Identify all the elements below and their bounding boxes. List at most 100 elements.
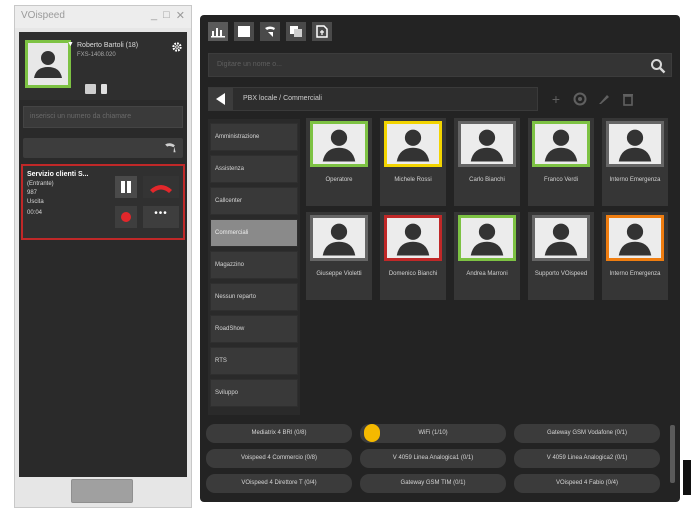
- contact-avatar: [310, 121, 368, 167]
- contact-name: Interno Emergenza: [609, 271, 661, 277]
- contact-avatar: [384, 215, 442, 261]
- app-title: VOispeed: [21, 10, 65, 21]
- group-list: Amministrazione Assistenza Callcenter Comme…: [208, 119, 300, 415]
- trunk-button[interactable]: VOispeed 4 Fabio (0/4): [514, 474, 660, 493]
- group-item-nessun-reparto[interactable]: Nessun reparto: [210, 283, 298, 311]
- user-extension: FXS-1408.020: [77, 52, 116, 58]
- active-call-card[interactable]: Servizio clienti S... (Entrante) 987 Usc…: [21, 164, 185, 240]
- mobile-phone-icon[interactable]: [101, 84, 107, 94]
- group-item-rts[interactable]: RTS: [210, 347, 298, 375]
- contact-name: Supporto VOispeed: [534, 271, 588, 277]
- keypad-icon[interactable]: [85, 84, 96, 94]
- breadcrumb-path: PBX locale / Commerciali: [243, 95, 322, 102]
- group-item-amministrazione[interactable]: Amministrazione: [210, 123, 298, 151]
- back-button[interactable]: [209, 88, 233, 110]
- panel-toolbar: [208, 22, 332, 41]
- call-button-bar[interactable]: [23, 138, 183, 158]
- contact-name: Michele Rossi: [394, 177, 432, 183]
- contact-name: Operatore: [325, 177, 353, 183]
- breadcrumb: PBX locale / Commerciali: [208, 87, 538, 111]
- contact-search-input[interactable]: Digitare un nome o...: [208, 53, 672, 77]
- footer-button[interactable]: [71, 479, 133, 503]
- search-placeholder: Digitare un nome o...: [217, 61, 282, 68]
- trunk-button[interactable]: Gateway GSM TIM (0/1): [360, 474, 506, 493]
- dial-number-input[interactable]: inserisci un numero da chiamare: [23, 106, 183, 128]
- contact-tile[interactable]: Giuseppe Violetti: [306, 212, 372, 300]
- group-item-assistenza[interactable]: Assistenza: [210, 155, 298, 183]
- hangup-button[interactable]: [143, 176, 179, 198]
- person-icon: [618, 129, 652, 162]
- maximize-button[interactable]: □: [163, 9, 170, 22]
- group-item-callcenter[interactable]: Callcenter: [210, 187, 298, 215]
- copy-icon: [290, 26, 302, 37]
- toolbar-transfer-button[interactable]: [260, 22, 280, 41]
- more-options-button[interactable]: •••: [143, 206, 179, 228]
- contact-tile[interactable]: Operatore: [306, 118, 372, 206]
- hangup-icon: [150, 185, 172, 193]
- contact-name: Interno Emergenza: [609, 177, 661, 183]
- settings-gear-icon[interactable]: [171, 41, 183, 53]
- trunk-button[interactable]: VOispeed 4 Direttore T (0/4): [206, 474, 352, 493]
- toolbar-switchboard-button[interactable]: [208, 22, 228, 41]
- softphone-titlebar[interactable]: VOispeed _ □ ✕: [15, 6, 191, 28]
- contact-tile[interactable]: Interno Emergenza: [602, 118, 668, 206]
- group-item-magazzino[interactable]: Magazzino: [210, 251, 298, 279]
- trunk-button[interactable]: Mediatrix 4 BRI (0/8): [206, 424, 352, 443]
- contact-tile[interactable]: Michele Rossi: [380, 118, 446, 206]
- trunk-list: VOispeed 4 Fabio (0/4) Gateway GSM TIM (0…: [206, 422, 664, 496]
- group-item-roadshow[interactable]: RoadShow: [210, 315, 298, 343]
- record-button[interactable]: [115, 206, 137, 228]
- add-icon[interactable]: +: [547, 89, 565, 109]
- edit-icon[interactable]: [595, 89, 613, 109]
- contact-tile[interactable]: Interno Emergenza: [602, 212, 668, 300]
- handset-icon[interactable]: [163, 142, 177, 154]
- trash-icon[interactable]: [619, 89, 637, 109]
- toolbar-copy-button[interactable]: [286, 22, 306, 41]
- softphone-window: VOispeed _ □ ✕ ▼ Roberto Bartoli (18) FX…: [14, 5, 192, 508]
- call-line-label: Uscita: [27, 199, 44, 205]
- person-icon: [544, 223, 578, 256]
- search-icon[interactable]: [650, 58, 666, 74]
- person-icon: [34, 51, 62, 78]
- contact-tile[interactable]: Franco Verdi: [528, 118, 594, 206]
- group-item-sviluppo[interactable]: Sviluppo: [210, 379, 298, 407]
- trunk-button[interactable]: V 4059 Linea Analogica2 (0/1): [514, 449, 660, 468]
- contact-avatar: [310, 215, 368, 261]
- operator-panel: Digitare un nome o... PBX locale / Comme…: [200, 15, 680, 502]
- status-dropdown-icon[interactable]: ▼: [67, 41, 74, 48]
- user-name: Roberto Bartoli (18): [77, 42, 139, 49]
- person-icon: [470, 129, 504, 162]
- contact-grid: Operatore Michele Rossi Carlo Bianchi Franc…: [306, 118, 676, 314]
- trunk-button[interactable]: Voispeed 4 Commercio (0/8): [206, 449, 352, 468]
- window-controls: _ □ ✕: [151, 9, 185, 22]
- contact-avatar: [458, 215, 516, 261]
- toolbar-export-button[interactable]: [312, 22, 332, 41]
- person-icon: [396, 129, 430, 162]
- trunk-button[interactable]: V 4059 Linea Analogica1 (0/1): [360, 449, 506, 468]
- group-item-commerciali[interactable]: Commerciali: [210, 219, 298, 247]
- person-icon: [396, 223, 430, 256]
- call-direction: (Entrante): [27, 181, 54, 187]
- hold-button[interactable]: [115, 176, 137, 198]
- contact-name: Carlo Bianchi: [469, 177, 505, 183]
- person-icon: [322, 223, 356, 256]
- contact-name: Andrea Marroni: [466, 271, 508, 277]
- user-avatar[interactable]: [25, 40, 71, 88]
- person-icon: [322, 129, 356, 162]
- contact-tile[interactable]: Domenico Bianchi: [380, 212, 446, 300]
- toolbar-list-button[interactable]: [234, 22, 254, 41]
- profile-tools: [85, 84, 107, 94]
- contact-avatar: [532, 121, 590, 167]
- person-icon: [470, 223, 504, 256]
- contact-tile[interactable]: Andrea Marroni: [454, 212, 520, 300]
- contact-tile[interactable]: Carlo Bianchi: [454, 118, 520, 206]
- minimize-button[interactable]: _: [151, 9, 157, 22]
- close-button[interactable]: ✕: [176, 9, 185, 22]
- document-icon: [316, 25, 328, 38]
- trunk-button[interactable]: Gateway GSM Vodafone (0/1): [514, 424, 660, 443]
- trunk-button[interactable]: WiFi (1/10): [360, 424, 506, 443]
- refresh-icon[interactable]: [571, 89, 589, 109]
- trunk-scrollbar[interactable]: [670, 425, 675, 483]
- softphone-body: ▼ Roberto Bartoli (18) FXS-1408.020 inse…: [19, 32, 187, 477]
- contact-tile[interactable]: Supporto VOispeed: [528, 212, 594, 300]
